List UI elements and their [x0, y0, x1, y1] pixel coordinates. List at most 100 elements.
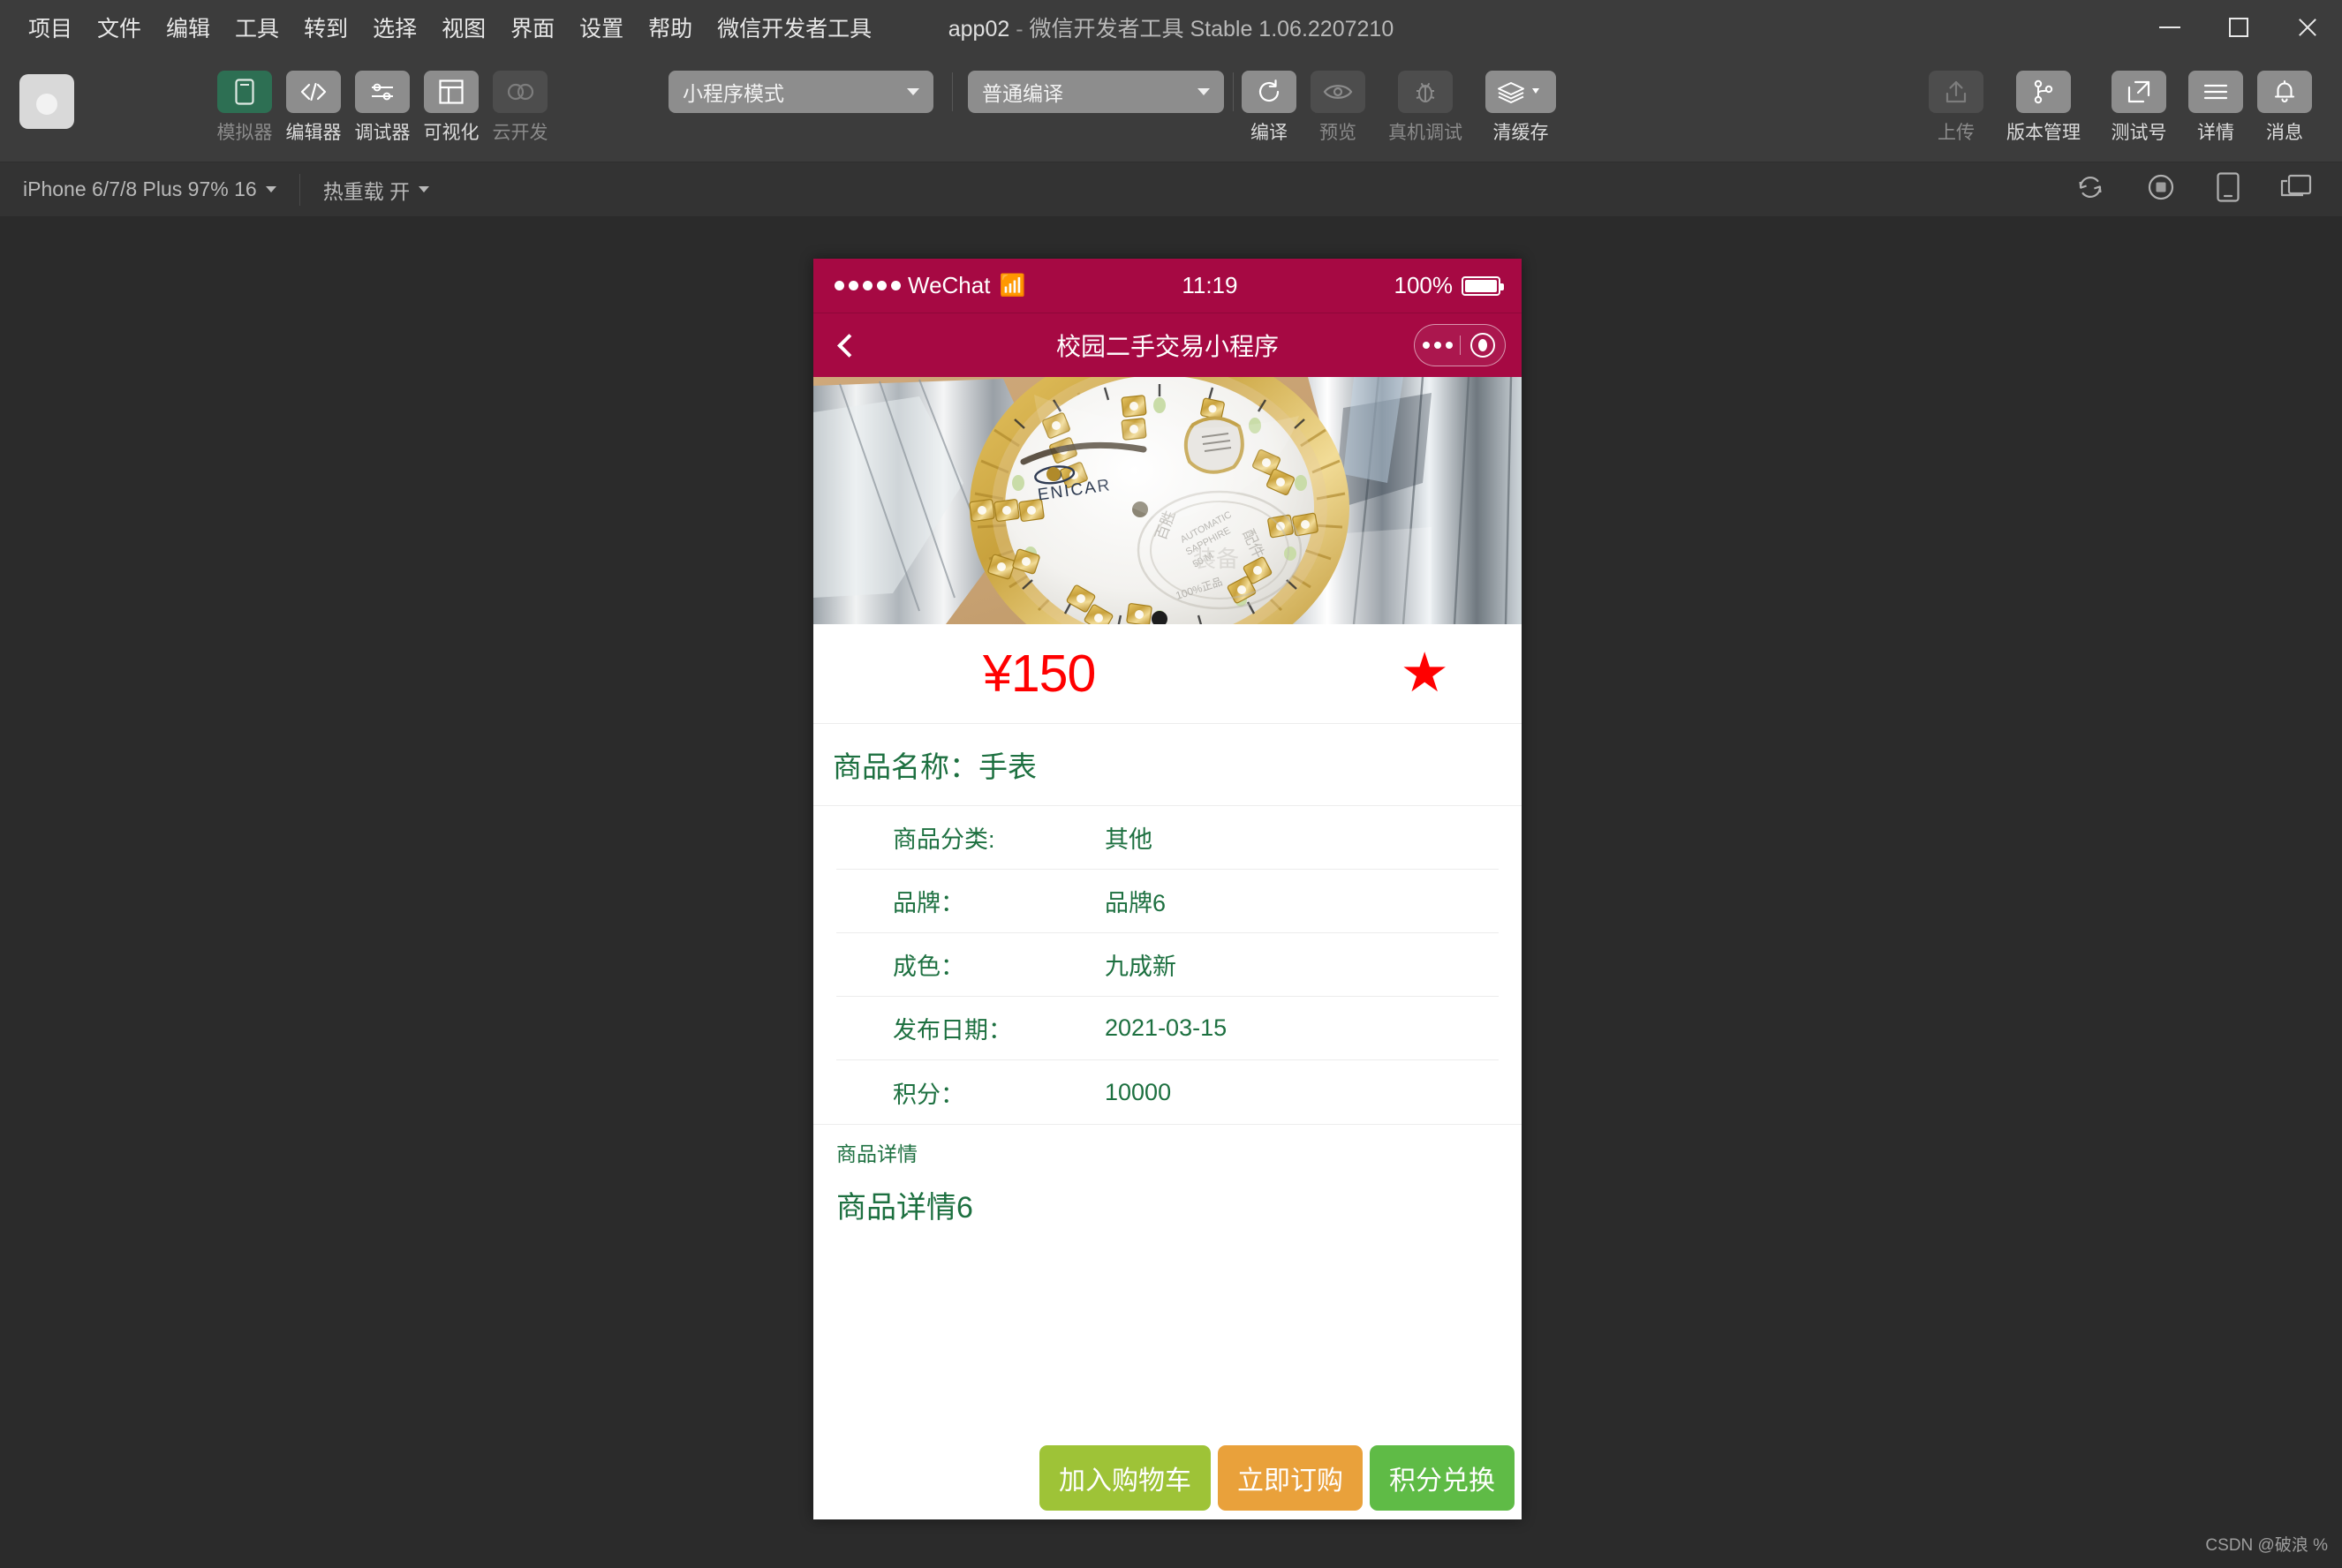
bell-icon: [2257, 71, 2312, 113]
table-row: 发布日期： 2021-03-15: [836, 997, 1499, 1060]
product-name: 商品名称：手表: [833, 750, 1037, 783]
close-button[interactable]: [2273, 0, 2342, 55]
avatar[interactable]: [19, 74, 74, 129]
record-icon[interactable]: [2146, 172, 2176, 207]
panel-toggle-group: 模拟器 编辑器 调试器 可视化 云开发: [210, 71, 555, 145]
device-select[interactable]: iPhone 6/7/8 Plus 97% 16: [0, 162, 299, 217]
carrier-label: WeChat: [908, 272, 991, 298]
status-battery-group: 100%: [1394, 272, 1504, 299]
clear-cache-button[interactable]: 清缓存: [1485, 71, 1556, 145]
toolbar-visual-label: 可视化: [423, 123, 480, 143]
chevron-left-icon: [836, 333, 861, 358]
toolbar-cloud-button[interactable]: 云开发: [493, 71, 548, 145]
hot-reload-toggle[interactable]: 热重载 开: [300, 162, 452, 217]
menu-item-project[interactable]: 项目: [16, 6, 85, 49]
menu-item-devtools[interactable]: 微信开发者工具: [705, 6, 884, 49]
toolbar-debugger-button[interactable]: 调试器: [355, 71, 411, 145]
product-action-buttons: 加入购物车 立即订购 积分兑换: [1039, 1445, 1515, 1511]
close-icon: [2296, 16, 2319, 39]
menu-icon: [2188, 71, 2243, 113]
toolbar-cloud-label: 云开发: [492, 123, 548, 143]
upload-button[interactable]: 上传: [1929, 71, 1983, 145]
compile-action-group: 编译 预览 真机调试 清缓存: [1235, 71, 1563, 145]
table-row: 积分： 10000: [836, 1060, 1499, 1124]
details-label: 详情: [2197, 123, 2234, 143]
minimize-icon: [2159, 26, 2180, 28]
back-button[interactable]: [813, 333, 884, 358]
phone-status-bar: WeChat 📶 11:19 100%: [813, 259, 1522, 313]
add-to-cart-button[interactable]: 加入购物车: [1039, 1445, 1211, 1511]
mode-select[interactable]: 小程序模式: [669, 71, 933, 113]
spec-key: 成色：: [893, 954, 964, 980]
spec-key: 积分：: [893, 1081, 964, 1108]
maximize-button[interactable]: [2204, 0, 2273, 55]
toolbar-editor-label: 编辑器: [285, 123, 342, 143]
toolbar-simulator-button[interactable]: 模拟器: [216, 71, 273, 145]
version-control-label: 版本管理: [2006, 123, 2081, 143]
detail-label: 商品详情: [836, 1142, 918, 1165]
avatar-person-icon: [36, 94, 57, 115]
device-bar: iPhone 6/7/8 Plus 97% 16 热重载 开: [0, 162, 2342, 217]
phone-simulator: WeChat 📶 11:19 100% 校园二手交易小程序 ENICAR AUT…: [813, 259, 1522, 1519]
spec-value: 2021-03-15: [1105, 1014, 1228, 1041]
product-name-row: 商品名称：手表: [813, 724, 1522, 806]
test-account-label: 测试号: [2111, 123, 2167, 143]
svg-text:装备: 装备: [1193, 547, 1239, 573]
compile-button[interactable]: 编译: [1242, 71, 1296, 145]
toolbar-visual-button[interactable]: 可视化: [423, 71, 480, 145]
toolbar-editor-button[interactable]: 编辑器: [285, 71, 342, 145]
toolbar-simulator-label: 模拟器: [216, 123, 273, 143]
close-miniprogram-icon[interactable]: [1461, 333, 1505, 358]
minimize-button[interactable]: [2135, 0, 2204, 55]
spec-key: 商品分类:: [893, 826, 995, 853]
menu-item-goto[interactable]: 转到: [291, 6, 360, 49]
more-icon[interactable]: [1416, 342, 1460, 349]
compile-label: 编译: [1250, 123, 1288, 143]
upload-icon: [1929, 71, 1983, 113]
order-now-button[interactable]: 立即订购: [1218, 1445, 1363, 1511]
compile-select[interactable]: 普通编译: [968, 71, 1224, 113]
window-title-rest: 微信开发者工具 Stable 1.06.2207210: [1029, 17, 1394, 41]
spec-value: 10000: [1105, 1078, 1172, 1105]
layers-icon: [1485, 71, 1556, 113]
chevron-down-icon: [1197, 88, 1210, 95]
menu-item-edit[interactable]: 编辑: [154, 6, 223, 49]
test-account-button[interactable]: 测试号: [2104, 71, 2174, 145]
messages-button[interactable]: 消息: [2257, 71, 2312, 145]
refresh-simulator-icon[interactable]: [2075, 172, 2105, 207]
toolbar-divider-1: [952, 72, 953, 111]
menu-item-interface[interactable]: 界面: [498, 6, 567, 49]
wifi-icon: 📶: [999, 274, 1026, 298]
version-control-button[interactable]: 版本管理: [1998, 71, 2089, 145]
menu-item-help[interactable]: 帮助: [636, 6, 705, 49]
spec-key: 发布日期：: [893, 1017, 1012, 1044]
details-button[interactable]: 详情: [2188, 71, 2243, 145]
menu-item-file[interactable]: 文件: [85, 6, 154, 49]
table-row: 成色： 九成新: [836, 933, 1499, 997]
menu-item-settings[interactable]: 设置: [567, 6, 636, 49]
star-filled-icon[interactable]: ★: [1400, 646, 1449, 701]
menu-item-view[interactable]: 视图: [429, 6, 498, 49]
mode-select-value: 小程序模式: [683, 82, 784, 105]
points-exchange-button[interactable]: 积分兑换: [1370, 1445, 1515, 1511]
clear-cache-label: 清缓存: [1492, 123, 1549, 143]
spec-value: 品牌6: [1105, 890, 1167, 916]
layout-icon: [424, 71, 479, 113]
menu-item-select[interactable]: 选择: [360, 6, 429, 49]
wechat-capsule[interactable]: [1414, 324, 1506, 366]
device-select-value: iPhone 6/7/8 Plus 97% 16: [23, 177, 257, 200]
menu-item-tools[interactable]: 工具: [223, 6, 291, 49]
device-icon[interactable]: [2217, 172, 2240, 207]
product-price: ¥150: [983, 645, 1096, 703]
window-controls: [2135, 0, 2342, 55]
toolbar-divider-2: [1233, 72, 1234, 111]
real-device-debug-label: 真机调试: [1388, 123, 1462, 143]
real-device-debug-button[interactable]: 真机调试: [1379, 71, 1471, 145]
detach-window-icon[interactable]: [2280, 173, 2312, 206]
price-row: ¥150 ★: [813, 624, 1522, 724]
window-title-dash: -: [1016, 17, 1024, 41]
product-image: ENICAR AUTOMATIC SAPPHIRE 50 M 百胜 配件 100…: [813, 377, 1522, 624]
window-title-app: app02: [948, 17, 1010, 41]
preview-button[interactable]: 预览: [1311, 71, 1365, 145]
phone-nav-bar: 校园二手交易小程序: [813, 313, 1522, 377]
